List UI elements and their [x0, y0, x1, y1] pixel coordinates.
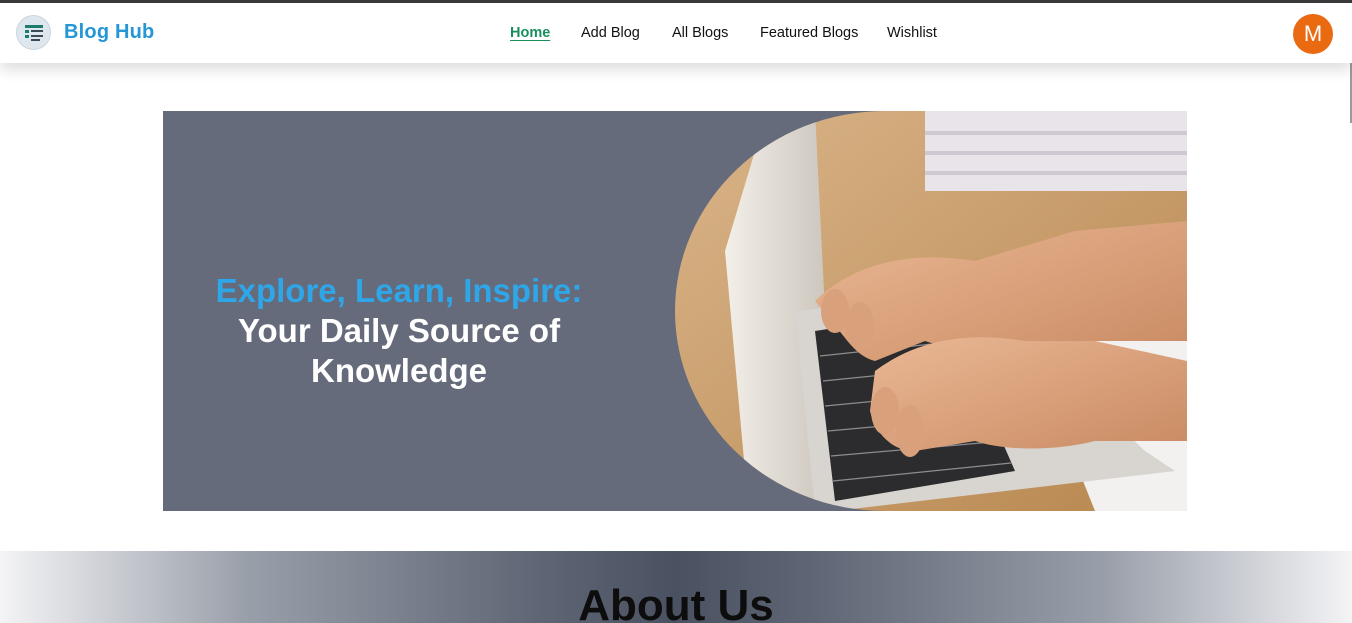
hero-image [675, 111, 1187, 511]
nav-add-blog[interactable]: Add Blog [581, 25, 640, 41]
main-nav: Home Add Blog All Blogs Featured Blogs W… [0, 25, 1352, 45]
about-title: About Us [578, 581, 774, 623]
hero-headline: Explore, Learn, Inspire: Your Daily Sour… [183, 271, 615, 391]
navbar: Blog Hub Home Add Blog All Blogs Feature… [0, 3, 1352, 63]
hero-banner: Explore, Learn, Inspire: Your Daily Sour… [163, 111, 1187, 511]
hero-headline-accent: Explore, Learn, Inspire: [215, 272, 583, 309]
about-section: About Us [0, 551, 1352, 623]
hero-headline-main: Your Daily Source of Knowledge [237, 312, 561, 389]
nav-home[interactable]: Home [510, 25, 550, 41]
nav-wishlist[interactable]: Wishlist [887, 25, 937, 41]
nav-featured-blogs[interactable]: Featured Blogs [760, 25, 858, 41]
nav-all-blogs[interactable]: All Blogs [672, 25, 728, 41]
user-avatar[interactable]: M [1293, 14, 1333, 54]
avatar-initial: M [1303, 21, 1323, 46]
